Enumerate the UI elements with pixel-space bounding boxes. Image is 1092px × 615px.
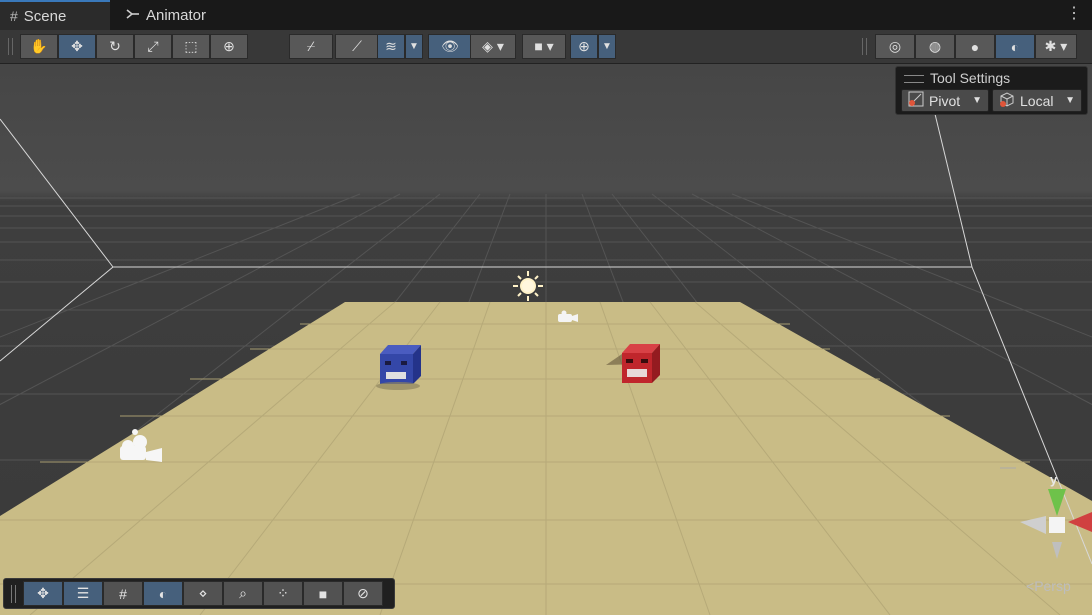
search-icon: ⌕ bbox=[239, 585, 247, 601]
shaded-wireframe-button[interactable]: ◍ bbox=[915, 34, 955, 59]
gizmos-dropdown[interactable]: ▼ bbox=[598, 34, 616, 59]
particles-icon: ⁘ bbox=[277, 585, 289, 601]
transform-tool-button[interactable]: ⊕ bbox=[210, 34, 248, 59]
transform-tools: ✋ ✥ ↻ ⤢ ⬚ ⊕ bbox=[20, 34, 248, 59]
overlay-toolbar: ✥ ☰ # ◐ ⋄ ⌕ ⁘ ■ ⊘ bbox=[3, 578, 395, 609]
grid-snap-button[interactable]: ⌿ bbox=[289, 34, 333, 59]
chevron-down-icon: ▼ bbox=[409, 41, 419, 52]
compass-icon: ⊘ bbox=[357, 585, 369, 601]
layers-dropdown[interactable]: ◈ ▾ bbox=[470, 34, 516, 59]
scale-tool-button[interactable]: ⤢ bbox=[134, 34, 172, 59]
lit-sphere-icon: ◐ bbox=[1010, 38, 1020, 55]
local-cube-icon bbox=[999, 91, 1015, 110]
wireframe-sphere-icon: ◎ bbox=[888, 38, 902, 54]
particles-overlay-button[interactable]: ⁘ bbox=[263, 581, 303, 606]
layers-group: ≋ ▼ bbox=[377, 34, 423, 59]
grid-snap-icon: ⌿ bbox=[306, 38, 316, 54]
draw-mode-dropdown[interactable]: ▼ bbox=[405, 34, 423, 59]
projection-toggle[interactable]: <Persp bbox=[1026, 578, 1071, 594]
tool-settings-title: Tool Settings bbox=[930, 70, 1011, 86]
grid-overlay-button[interactable]: # bbox=[103, 581, 143, 606]
lit-button[interactable]: ◐ bbox=[995, 34, 1035, 59]
gizmo-icon: ⊕ bbox=[578, 38, 590, 54]
overlay-drag-handle[interactable] bbox=[904, 75, 924, 83]
rect-icon: ⬚ bbox=[184, 38, 198, 54]
increment-snap-icon: ⟋ bbox=[352, 38, 362, 54]
gizmos-button[interactable]: ⊕ bbox=[570, 34, 598, 59]
layers-icon: ◈ ▾ bbox=[482, 38, 504, 54]
camera-icon: ■ ▾ bbox=[534, 38, 554, 54]
local-dropdown[interactable]: Local ▼ bbox=[992, 89, 1082, 112]
increment-snap-button[interactable]: ⟋ bbox=[335, 34, 379, 59]
move-icon: ✥ bbox=[37, 585, 49, 601]
wireframe-button[interactable]: ◎ bbox=[875, 34, 915, 59]
scene-viewport[interactable]: y <Persp bbox=[0, 64, 1092, 615]
transform-icon: ⊕ bbox=[223, 38, 235, 54]
visibility-group: 👁 bbox=[428, 34, 472, 59]
sliders-icon: ☰ bbox=[76, 585, 90, 601]
draw-mode-button[interactable]: ≋ bbox=[377, 34, 405, 59]
tab-bar: # Scene Animator ⋮ bbox=[0, 0, 1092, 31]
tool-settings-overlay-button[interactable]: ☰ bbox=[63, 581, 103, 606]
chevron-down-icon: ▼ bbox=[602, 41, 612, 52]
lighting-overlay-button[interactable]: ◐ bbox=[143, 581, 183, 606]
move-icon: ✥ bbox=[71, 38, 83, 54]
scene-visibility-button[interactable]: 👁 bbox=[428, 34, 472, 59]
camera-icon: ■ bbox=[318, 585, 328, 602]
navmesh-overlay-button[interactable]: ⋄ bbox=[183, 581, 223, 606]
hand-icon: ✋ bbox=[30, 38, 48, 54]
bug-icon: ✱ ▾ bbox=[1044, 38, 1068, 54]
navmesh-icon: ⋄ bbox=[198, 585, 208, 601]
chevron-left-icon: < bbox=[1026, 578, 1035, 594]
shading-group: ◎ ◍ ● ◐ ✱ ▾ bbox=[875, 34, 1077, 59]
scene-canvas bbox=[0, 64, 1092, 615]
snap-tools: ⌿ ⟋ bbox=[289, 34, 379, 59]
camera-settings-dropdown[interactable]: ■ ▾ bbox=[522, 34, 566, 59]
pivot-label: Pivot bbox=[929, 92, 961, 109]
tab-animator-label: Animator bbox=[146, 6, 207, 24]
hand-tool-button[interactable]: ✋ bbox=[20, 34, 58, 59]
pivot-dropdown[interactable]: Pivot ▼ bbox=[901, 89, 989, 112]
camera-overlay-button[interactable]: ■ bbox=[303, 581, 343, 606]
tab-animator[interactable]: Animator bbox=[116, 0, 226, 30]
moon-icon: ◐ bbox=[158, 585, 168, 602]
grid-lines-icon: # bbox=[119, 585, 127, 602]
more-options-icon[interactable]: ⋮ bbox=[1066, 6, 1082, 22]
chevron-down-icon: ▼ bbox=[1065, 95, 1075, 106]
tool-settings-overlay: Tool Settings Pivot ▼ Local ▼ bbox=[895, 66, 1088, 115]
chevron-down-icon: ▼ bbox=[972, 95, 982, 106]
scale-icon: ⤢ bbox=[147, 38, 159, 54]
move-tool-button[interactable]: ✥ bbox=[58, 34, 96, 59]
rotate-tool-button[interactable]: ↻ bbox=[96, 34, 134, 59]
shaded-button[interactable]: ● bbox=[955, 34, 995, 59]
grid-icon: # bbox=[10, 8, 18, 24]
overlay-toolbar-buttons: ✥ ☰ # ◐ ⋄ ⌕ ⁘ ■ ⊘ bbox=[23, 581, 383, 606]
rect-tool-button[interactable]: ⬚ bbox=[172, 34, 210, 59]
debug-dropdown[interactable]: ✱ ▾ bbox=[1035, 34, 1077, 59]
toolbar-grip-right[interactable] bbox=[862, 38, 867, 55]
gizmos-group: ⊕ ▼ bbox=[570, 34, 616, 59]
shaded-sphere-icon: ● bbox=[970, 38, 980, 55]
rotate-icon: ↻ bbox=[109, 38, 121, 54]
scene-toolbar: ✋ ✥ ↻ ⤢ ⬚ ⊕ ⌿ ⟋ ≋ ▼ 👁 ◈ ▾ ■ ▾ ⊕ ▼ ◎ ◍ ● … bbox=[0, 30, 1092, 64]
persp-label: Persp bbox=[1034, 578, 1071, 594]
local-label: Local bbox=[1020, 92, 1054, 109]
layers-stack-icon: ≋ bbox=[385, 38, 397, 54]
animator-icon bbox=[126, 7, 140, 23]
overlay-toolbar-grip[interactable] bbox=[11, 585, 16, 603]
compass-overlay-button[interactable]: ⊘ bbox=[343, 581, 383, 606]
tab-scene[interactable]: # Scene bbox=[0, 0, 110, 30]
pivot-icon bbox=[908, 91, 924, 110]
camera-group: ■ ▾ bbox=[522, 34, 566, 59]
eye-icon: 👁 bbox=[441, 38, 459, 54]
tab-scene-label: Scene bbox=[23, 7, 67, 25]
gizmo-y-label: y bbox=[1050, 472, 1058, 487]
move-overlay-button[interactable]: ✥ bbox=[23, 581, 63, 606]
toolbar-grip[interactable] bbox=[8, 38, 13, 55]
layers-dropdown-group: ◈ ▾ bbox=[470, 34, 516, 59]
search-overlay-button[interactable]: ⌕ bbox=[223, 581, 263, 606]
shaded-wireframe-icon: ◍ bbox=[928, 38, 942, 54]
